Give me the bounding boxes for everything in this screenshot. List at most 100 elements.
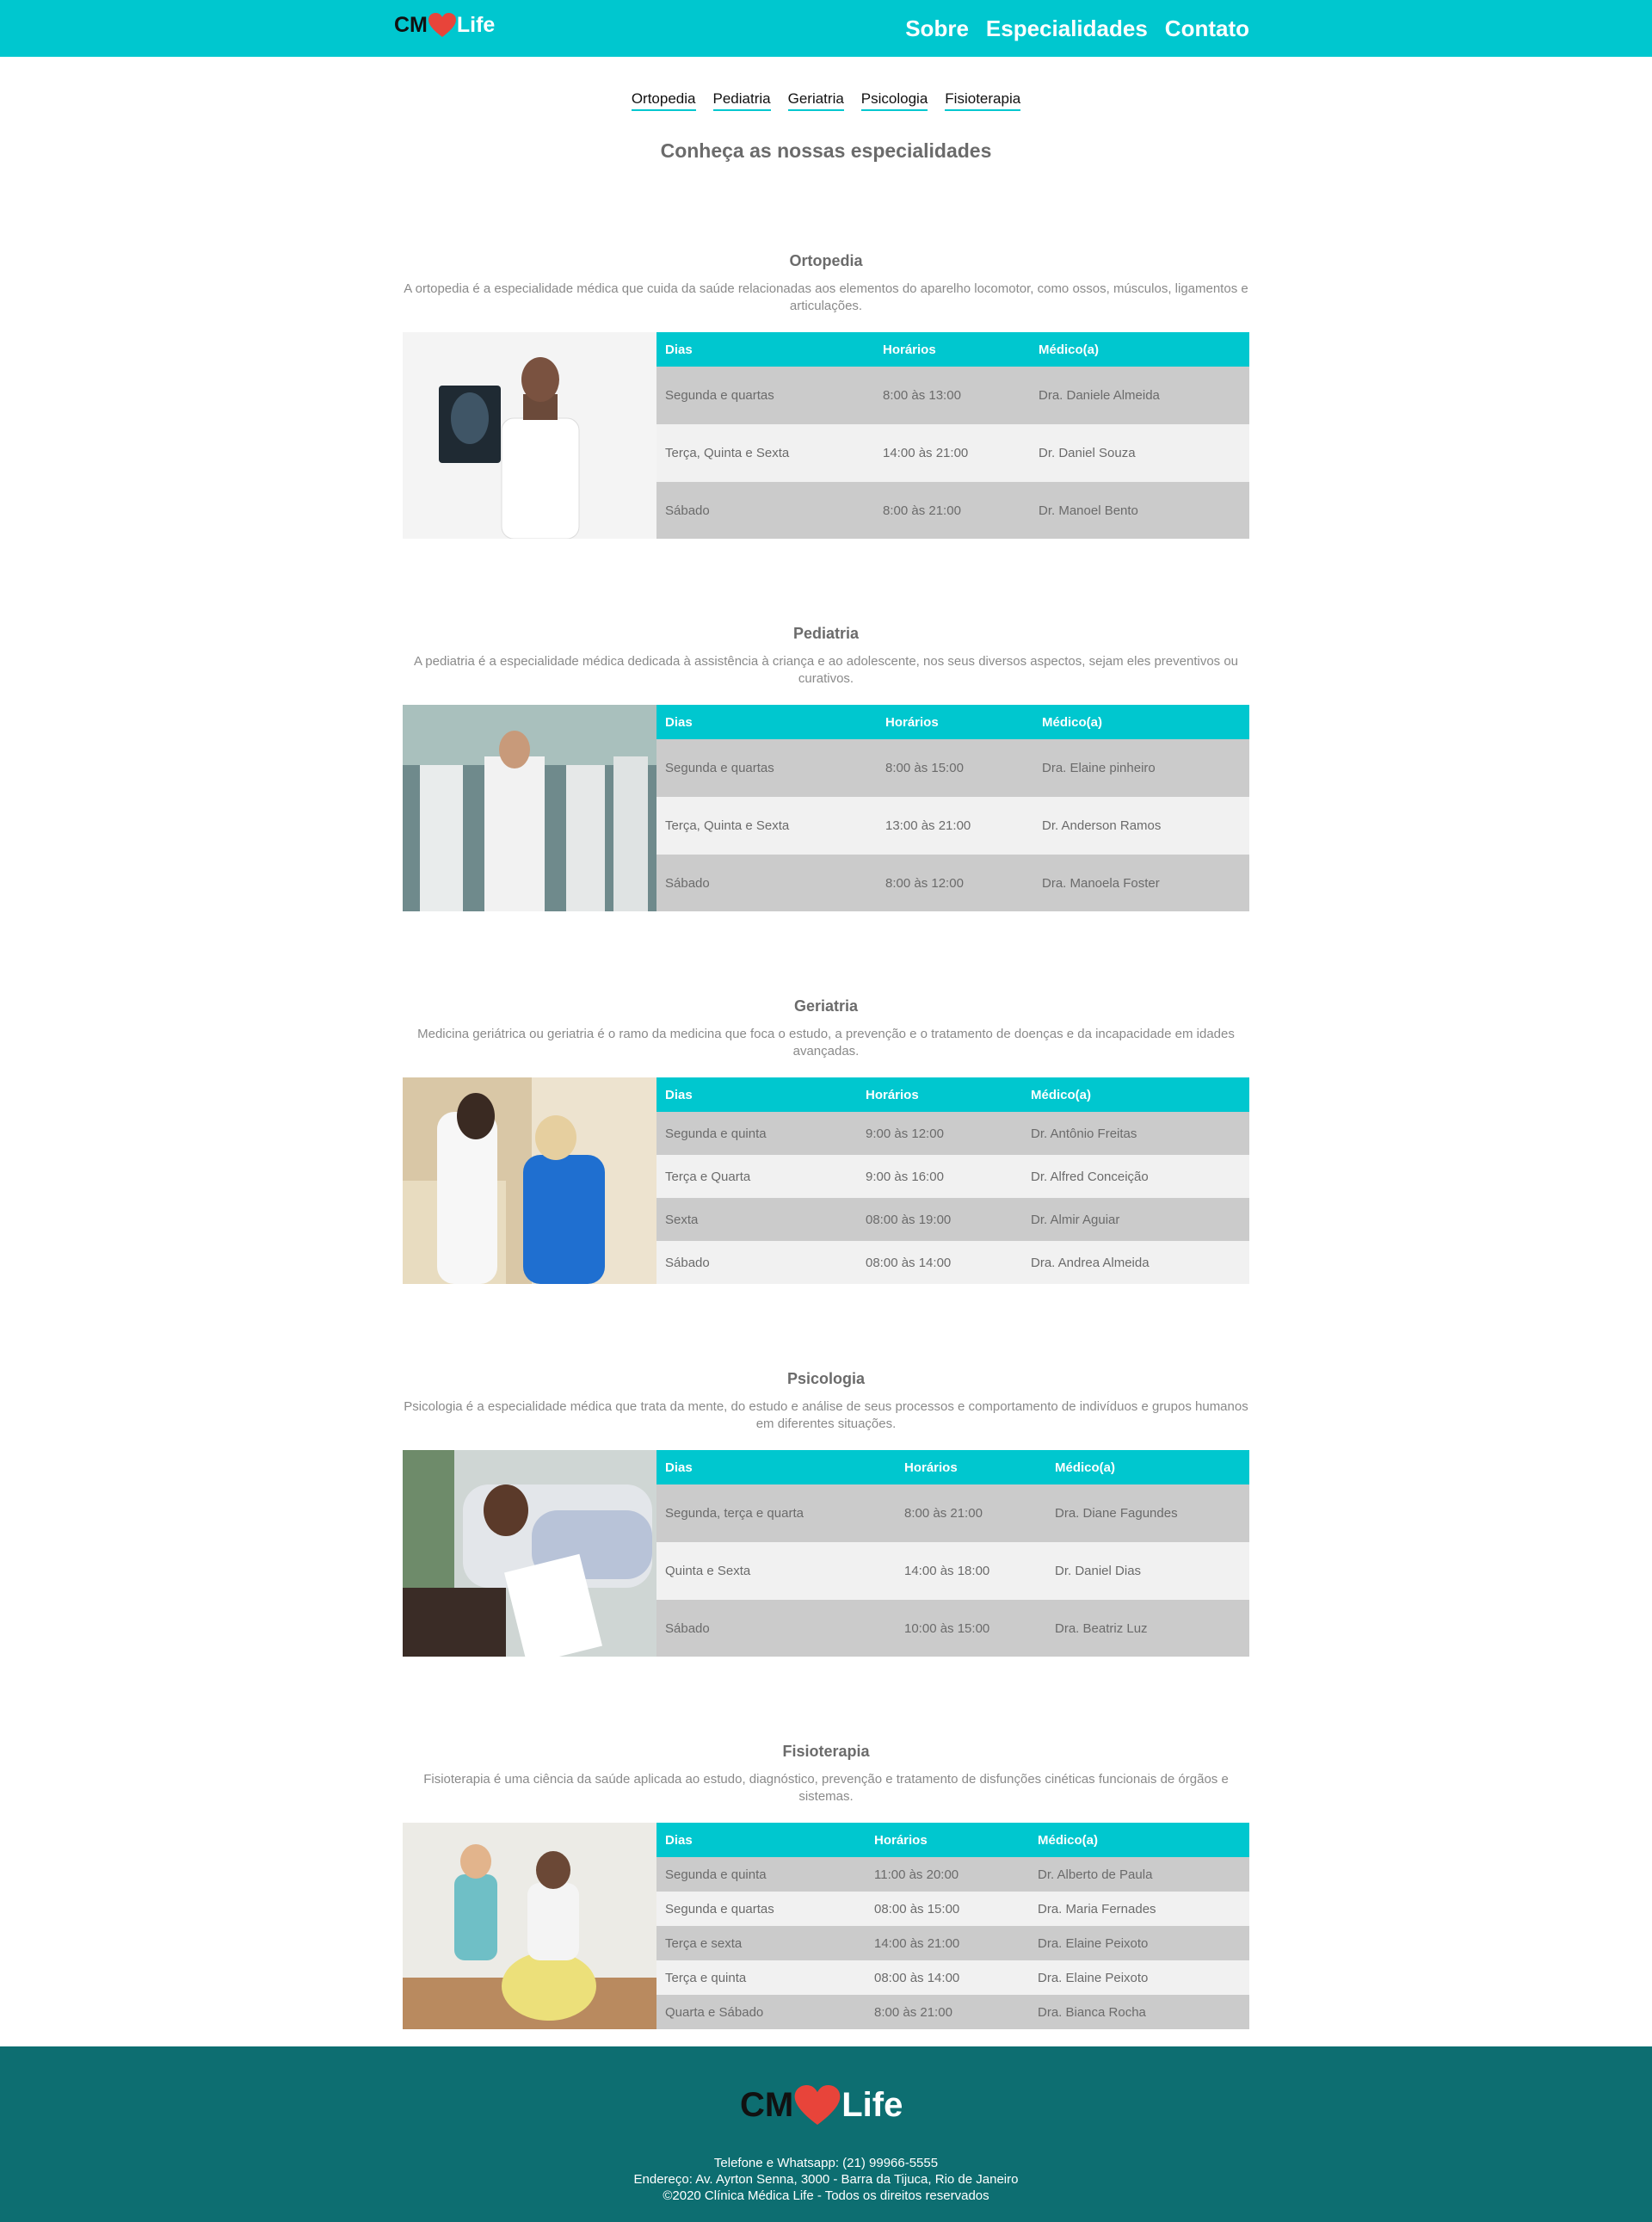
header-logo[interactable]: CM Life bbox=[394, 10, 495, 40]
cell-doctor: Dra. Andrea Almeida bbox=[1022, 1241, 1249, 1284]
cell-doctor: Dr. Daniel Souza bbox=[1030, 424, 1249, 482]
cell-doctor: Dra. Elaine pinheiro bbox=[1033, 739, 1249, 797]
cell-days: Terça e quinta bbox=[656, 1960, 866, 1995]
cell-hours: 14:00 às 21:00 bbox=[874, 424, 1030, 482]
section-description-pediatria: A pediatria é a especialidade médica ded… bbox=[413, 654, 1239, 686]
cell-doctor: Dra. Bianca Rocha bbox=[1029, 1995, 1249, 2029]
table-row: Terça e Quarta 9:00 às 16:00 Dr. Alfred … bbox=[656, 1155, 1249, 1198]
cell-days: Segunda e quinta bbox=[656, 1112, 857, 1155]
table-row: Segunda e quartas 08:00 às 15:00 Dra. Ma… bbox=[656, 1892, 1249, 1926]
cell-hours: 08:00 às 14:00 bbox=[857, 1241, 1022, 1284]
header-days: Dias bbox=[656, 1823, 866, 1857]
subnav-link-psicologia[interactable]: Psicologia bbox=[860, 90, 928, 111]
header-hours: Horários bbox=[857, 1077, 1022, 1112]
cell-doctor: Dr. Manoel Bento bbox=[1030, 482, 1249, 539]
cell-days: Terça e sexta bbox=[656, 1926, 866, 1960]
section-description-geriatria: Medicina geriátrica ou geriatria é o ram… bbox=[417, 1027, 1235, 1059]
table-row: Segunda e quinta 9:00 às 12:00 Dr. Antôn… bbox=[656, 1112, 1249, 1155]
section-title-pediatria: Pediatria bbox=[792, 625, 860, 642]
schedule-table-pediatria: Dias Horários Médico(a) Segunda e quarta… bbox=[656, 705, 1249, 911]
cell-days: Segunda e quartas bbox=[656, 1892, 866, 1926]
cell-hours: 14:00 às 18:00 bbox=[896, 1542, 1046, 1600]
table-row: Sábado 10:00 às 15:00 Dra. Beatriz Luz bbox=[656, 1600, 1249, 1657]
table-row: Terça e quinta 08:00 às 14:00 Dra. Elain… bbox=[656, 1960, 1249, 1995]
cell-days: Terça, Quinta e Sexta bbox=[656, 797, 877, 855]
cell-days: Terça e Quarta bbox=[656, 1155, 857, 1198]
cell-doctor: Dr. Antônio Freitas bbox=[1022, 1112, 1249, 1155]
cell-hours: 9:00 às 16:00 bbox=[857, 1155, 1022, 1198]
cell-days: Terça, Quinta e Sexta bbox=[656, 424, 874, 482]
cell-doctor: Dra. Elaine Peixoto bbox=[1029, 1960, 1249, 1995]
cell-doctor: Dra. Daniele Almeida bbox=[1030, 367, 1249, 424]
cell-hours: 8:00 às 12:00 bbox=[877, 855, 1033, 911]
section-title-ortopedia: Ortopedia bbox=[789, 252, 863, 269]
cell-days: Segunda, terça e quarta bbox=[656, 1484, 896, 1542]
table-row: Segunda e quinta 11:00 às 20:00 Dr. Albe… bbox=[656, 1857, 1249, 1892]
schedule-table-ortopedia: Dias Horários Médico(a) Segunda e quarta… bbox=[656, 332, 1249, 539]
table-row: Terça, Quinta e Sexta 14:00 às 21:00 Dr.… bbox=[656, 424, 1249, 482]
header-days: Dias bbox=[656, 705, 877, 739]
section-description-fisioterapia: Fisioterapia é uma ciência da saúde apli… bbox=[423, 1772, 1229, 1804]
table-header-row: Dias Horários Médico(a) bbox=[656, 1077, 1249, 1112]
header-doctor: Médico(a) bbox=[1033, 705, 1249, 739]
table-header-row: Dias Horários Médico(a) bbox=[656, 1450, 1249, 1484]
subnav-link-geriatria[interactable]: Geriatria bbox=[787, 90, 844, 111]
table-row: Segunda, terça e quarta 8:00 às 21:00 Dr… bbox=[656, 1484, 1249, 1542]
cell-doctor: Dra. Diane Fagundes bbox=[1046, 1484, 1249, 1542]
photo-geriatria bbox=[403, 1077, 656, 1284]
cell-doctor: Dra. Beatriz Luz bbox=[1046, 1600, 1249, 1657]
table-header-row: Dias Horários Médico(a) bbox=[656, 1823, 1249, 1857]
footer-copyright: ©2020 Clínica Médica Life - Todos os dir… bbox=[663, 2188, 989, 2203]
heart-icon bbox=[428, 12, 457, 38]
header-doctor: Médico(a) bbox=[1022, 1077, 1249, 1112]
header-doctor: Médico(a) bbox=[1029, 1823, 1249, 1857]
section-title-psicologia: Psicologia bbox=[786, 1370, 866, 1387]
table-row: Sábado 8:00 às 21:00 Dr. Manoel Bento bbox=[656, 482, 1249, 539]
main-nav: Sobre Especialidades Contato bbox=[905, 0, 1249, 57]
cell-doctor: Dr. Almir Aguiar bbox=[1022, 1198, 1249, 1241]
logo-prefix: CM bbox=[740, 2085, 794, 2124]
table-row: Sexta 08:00 às 19:00 Dr. Almir Aguiar bbox=[656, 1198, 1249, 1241]
cell-days: Sábado bbox=[656, 1241, 857, 1284]
subnav-link-pediatria[interactable]: Pediatria bbox=[712, 90, 771, 111]
cell-hours: 08:00 às 15:00 bbox=[866, 1892, 1029, 1926]
footer-logo[interactable]: CM Life bbox=[740, 2081, 903, 2129]
schedule-table-geriatria: Dias Horários Médico(a) Segunda e quinta… bbox=[656, 1077, 1249, 1284]
header-hours: Horários bbox=[877, 705, 1033, 739]
cell-days: Quarta e Sábado bbox=[656, 1995, 866, 2029]
table-row: Quarta e Sábado 8:00 às 21:00 Dra. Bianc… bbox=[656, 1995, 1249, 2029]
cell-doctor: Dr. Alberto de Paula bbox=[1029, 1857, 1249, 1892]
nav-link-especialidades[interactable]: Especialidades bbox=[986, 15, 1148, 42]
header-days: Dias bbox=[656, 1077, 857, 1112]
section-description-ortopedia: A ortopedia é a especialidade médica que… bbox=[404, 281, 1248, 313]
footer-address: Endereço: Av. Ayrton Senna, 3000 - Barra… bbox=[633, 2172, 1019, 2187]
cell-days: Sábado bbox=[656, 1600, 896, 1657]
cell-days: Sábado bbox=[656, 855, 877, 911]
header-hours: Horários bbox=[866, 1823, 1029, 1857]
heart-icon bbox=[793, 2083, 841, 2126]
cell-days: Quinta e Sexta bbox=[656, 1542, 896, 1600]
subnav-link-ortopedia[interactable]: Ortopedia bbox=[631, 90, 696, 111]
table-row: Terça, Quinta e Sexta 13:00 às 21:00 Dr.… bbox=[656, 797, 1249, 855]
cell-hours: 11:00 às 20:00 bbox=[866, 1857, 1029, 1892]
nav-link-contato[interactable]: Contato bbox=[1165, 15, 1249, 42]
cell-hours: 10:00 às 15:00 bbox=[896, 1600, 1046, 1657]
subnav-link-fisioterapia[interactable]: Fisioterapia bbox=[945, 90, 1021, 111]
cell-doctor: Dra. Elaine Peixoto bbox=[1029, 1926, 1249, 1960]
cell-doctor: Dr. Alfred Conceição bbox=[1022, 1155, 1249, 1198]
schedule-table-psicologia: Dias Horários Médico(a) Segunda, terça e… bbox=[656, 1450, 1249, 1657]
cell-doctor: Dr. Anderson Ramos bbox=[1033, 797, 1249, 855]
cell-hours: 8:00 às 15:00 bbox=[877, 739, 1033, 797]
logo-suffix: Life bbox=[841, 2085, 903, 2124]
cell-days: Sábado bbox=[656, 482, 874, 539]
photo-fisioterapia bbox=[403, 1823, 656, 2029]
page-title: Conheça as nossas especialidades bbox=[660, 139, 992, 162]
section-description-psicologia: Psicologia é a especialidade médica que … bbox=[404, 1399, 1248, 1431]
cell-hours: 8:00 às 21:00 bbox=[866, 1995, 1029, 2029]
header-doctor: Médico(a) bbox=[1030, 332, 1249, 367]
logo-prefix: CM bbox=[394, 12, 428, 37]
cell-hours: 8:00 às 13:00 bbox=[874, 367, 1030, 424]
nav-link-sobre[interactable]: Sobre bbox=[905, 15, 969, 42]
header-hours: Horários bbox=[896, 1450, 1046, 1484]
footer: CM Life Telefone e Whatsapp: (21) 99966-… bbox=[0, 2046, 1652, 2222]
